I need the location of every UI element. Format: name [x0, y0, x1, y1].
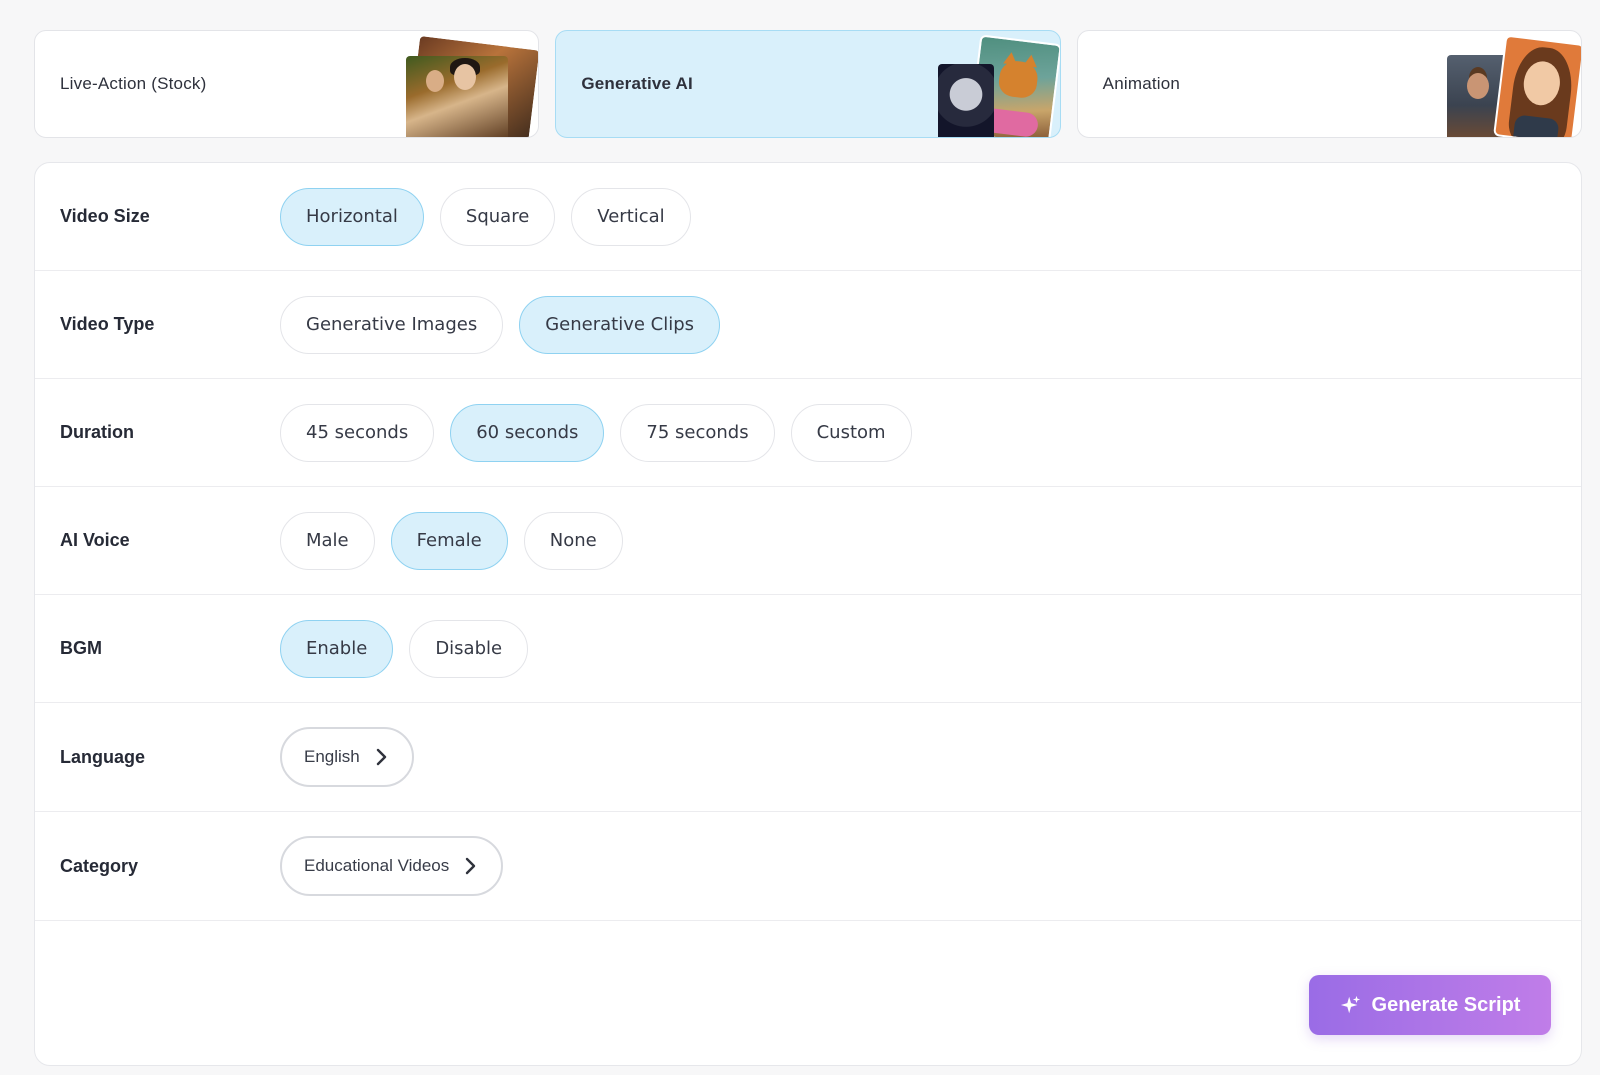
style-card-label: Generative AI: [581, 74, 693, 93]
generate-script-label: Generate Script: [1371, 993, 1521, 1016]
option-45-seconds[interactable]: 45 seconds: [280, 403, 435, 462]
video-size-options: Horizontal Square Vertical: [280, 187, 691, 246]
option-generative-images[interactable]: Generative Images: [280, 295, 504, 354]
option-disable[interactable]: Disable: [409, 619, 529, 678]
video-type-options: Generative Images Generative Clips: [280, 295, 721, 354]
option-male[interactable]: Male: [280, 511, 375, 570]
generative-ai-thumbnail: [910, 31, 1060, 137]
style-card-generative-ai[interactable]: Generative AI: [555, 30, 1061, 138]
style-card-label: Animation: [1102, 74, 1181, 93]
option-60-seconds[interactable]: 60 seconds: [450, 403, 605, 462]
video-style-selector: Live-Action (Stock) Generative AI Animat…: [34, 30, 1582, 138]
setting-row-video-size: Video Size Horizontal Square Vertical: [35, 163, 1581, 271]
option-enable[interactable]: Enable: [280, 619, 394, 678]
option-custom[interactable]: Custom: [790, 403, 912, 462]
setting-row-bgm: BGM Enable Disable: [35, 595, 1581, 703]
option-none[interactable]: None: [523, 511, 623, 570]
sparkle-icon: [1340, 995, 1360, 1014]
setting-label: BGM: [60, 638, 102, 658]
language-dropdown[interactable]: English: [280, 727, 414, 787]
animation-thumbnail: [1431, 31, 1581, 137]
setting-label: Duration: [60, 422, 134, 442]
option-square[interactable]: Square: [439, 187, 556, 246]
setting-label: Category: [60, 855, 139, 876]
setting-row-category: Category Educational Videos: [35, 812, 1581, 921]
generate-script-button[interactable]: Generate Script: [1309, 975, 1551, 1035]
duration-options: 45 seconds 60 seconds 75 seconds Custom: [280, 403, 912, 462]
ai-voice-options: Male Female None: [280, 511, 623, 570]
style-card-label: Live-Action (Stock): [60, 74, 207, 93]
option-generative-clips[interactable]: Generative Clips: [519, 295, 721, 354]
bgm-options: Enable Disable: [280, 619, 529, 678]
setting-label: Video Size: [60, 206, 150, 226]
setting-row-duration: Duration 45 seconds 60 seconds 75 second…: [35, 379, 1581, 487]
chevron-right-icon: [376, 748, 390, 766]
category-value: Educational Videos: [304, 856, 450, 875]
style-card-live-action[interactable]: Live-Action (Stock): [34, 30, 540, 138]
setting-row-ai-voice: AI Voice Male Female None: [35, 487, 1581, 595]
option-horizontal[interactable]: Horizontal: [280, 187, 424, 246]
setting-row-language: Language English: [35, 703, 1581, 812]
option-75-seconds[interactable]: 75 seconds: [620, 403, 775, 462]
setting-label: AI Voice: [60, 530, 130, 550]
video-settings-panel: Video Size Horizontal Square Vertical Vi…: [34, 162, 1582, 1066]
setting-label: Language: [60, 746, 146, 767]
category-dropdown[interactable]: Educational Videos: [280, 836, 504, 896]
language-value: English: [304, 747, 360, 766]
setting-row-video-type: Video Type Generative Images Generative …: [35, 271, 1581, 379]
stock-photo-thumbnail: [388, 31, 539, 137]
setting-label: Video Type: [60, 314, 155, 334]
option-female[interactable]: Female: [390, 511, 508, 570]
style-card-animation[interactable]: Animation: [1076, 30, 1582, 138]
chevron-right-icon: [465, 857, 479, 875]
option-vertical[interactable]: Vertical: [571, 187, 691, 246]
